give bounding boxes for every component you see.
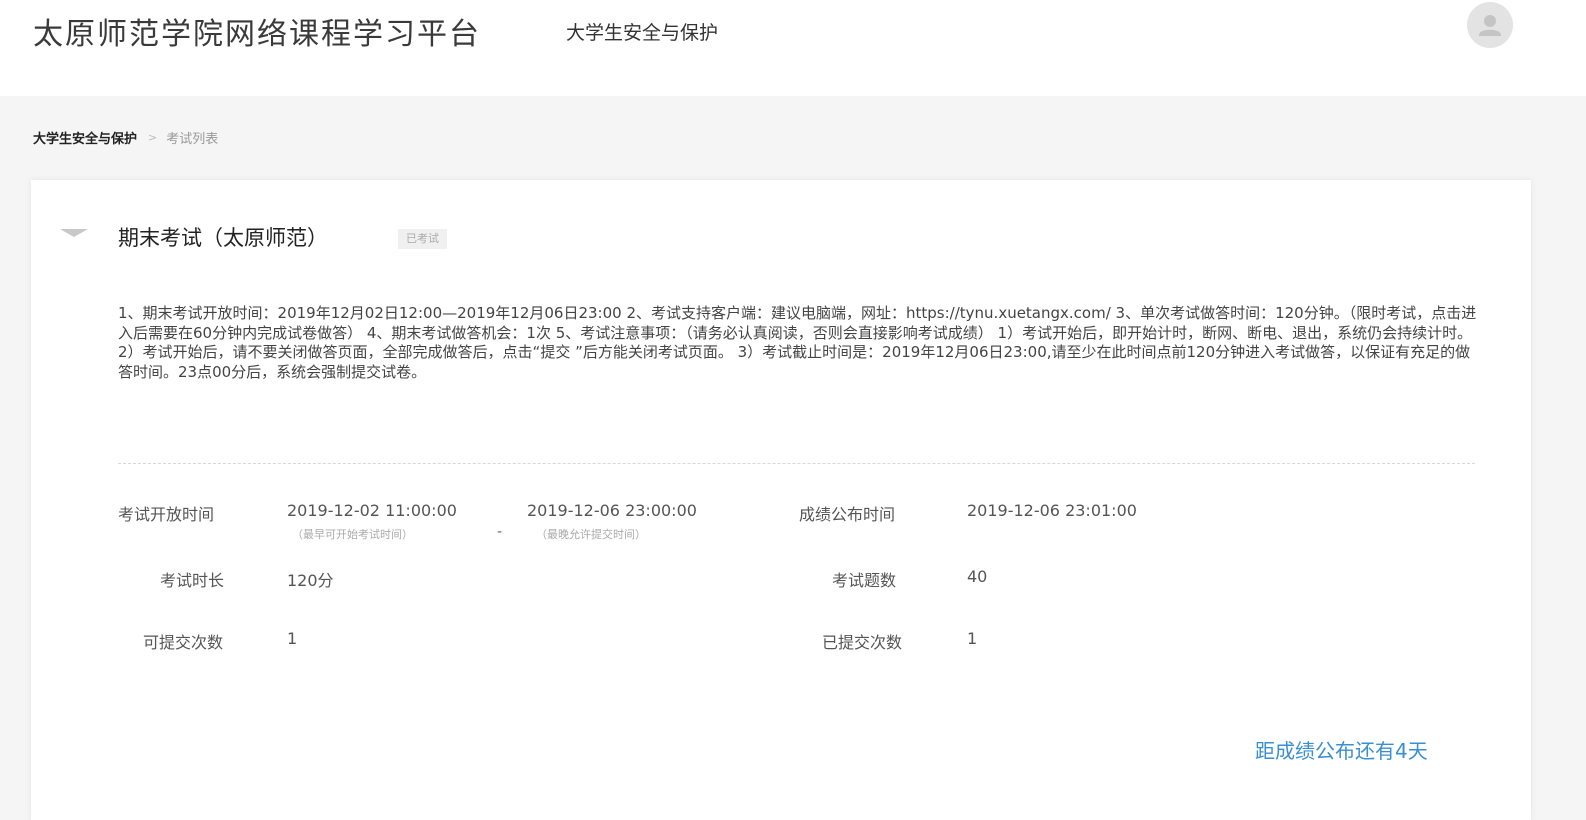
result-time-label: 成绩公布时间 — [799, 505, 896, 524]
breadcrumb-separator: > — [148, 131, 158, 144]
divider — [118, 463, 1475, 464]
question-count-value: 40 — [967, 567, 988, 586]
submit-allowed-label: 可提交次数 — [143, 633, 224, 652]
collapse-caret-icon[interactable] — [60, 229, 88, 237]
top-header: 太原师范学院网络课程学习平台 大学生安全与保护 — [0, 0, 1586, 96]
exam-card — [31, 180, 1531, 820]
result-countdown-link[interactable]: 距成绩公布还有4天 — [1255, 735, 1428, 764]
question-count-label: 考试题数 — [832, 571, 897, 590]
duration-value: 120分 — [287, 571, 334, 590]
breadcrumb: 大学生安全与保护 > 考试列表 — [33, 128, 218, 147]
result-time-value: 2019-12-06 23:01:00 — [967, 501, 1137, 520]
open-time-label: 考试开放时间 — [118, 505, 215, 524]
submit-allowed-value: 1 — [287, 629, 298, 648]
open-end-time: 2019-12-06 23:00:00 — [527, 501, 697, 520]
range-separator: - — [497, 524, 503, 540]
exam-title[interactable]: 期末考试（太原师范） — [118, 222, 328, 252]
status-badge: 已考试 — [398, 229, 447, 249]
open-end-hint: （最晚允许提交时间） — [536, 528, 646, 541]
open-start-hint: （最早可开始考试时间） — [292, 528, 413, 541]
user-avatar-icon[interactable] — [1467, 2, 1513, 48]
open-start-time: 2019-12-02 11:00:00 — [287, 501, 457, 520]
breadcrumb-course-link[interactable]: 大学生安全与保护 — [33, 128, 137, 147]
exam-description: 1、期末考试开放时间：2019年12月02日12:00—2019年12月06日2… — [118, 304, 1477, 381]
breadcrumb-current: 考试列表 — [166, 132, 219, 147]
submitted-count-label: 已提交次数 — [822, 633, 903, 652]
site-title[interactable]: 太原师范学院网络课程学习平台 — [33, 9, 481, 53]
header-course-name[interactable]: 大学生安全与保护 — [566, 18, 718, 45]
submitted-count-value: 1 — [967, 629, 978, 648]
duration-label: 考试时长 — [160, 571, 225, 590]
